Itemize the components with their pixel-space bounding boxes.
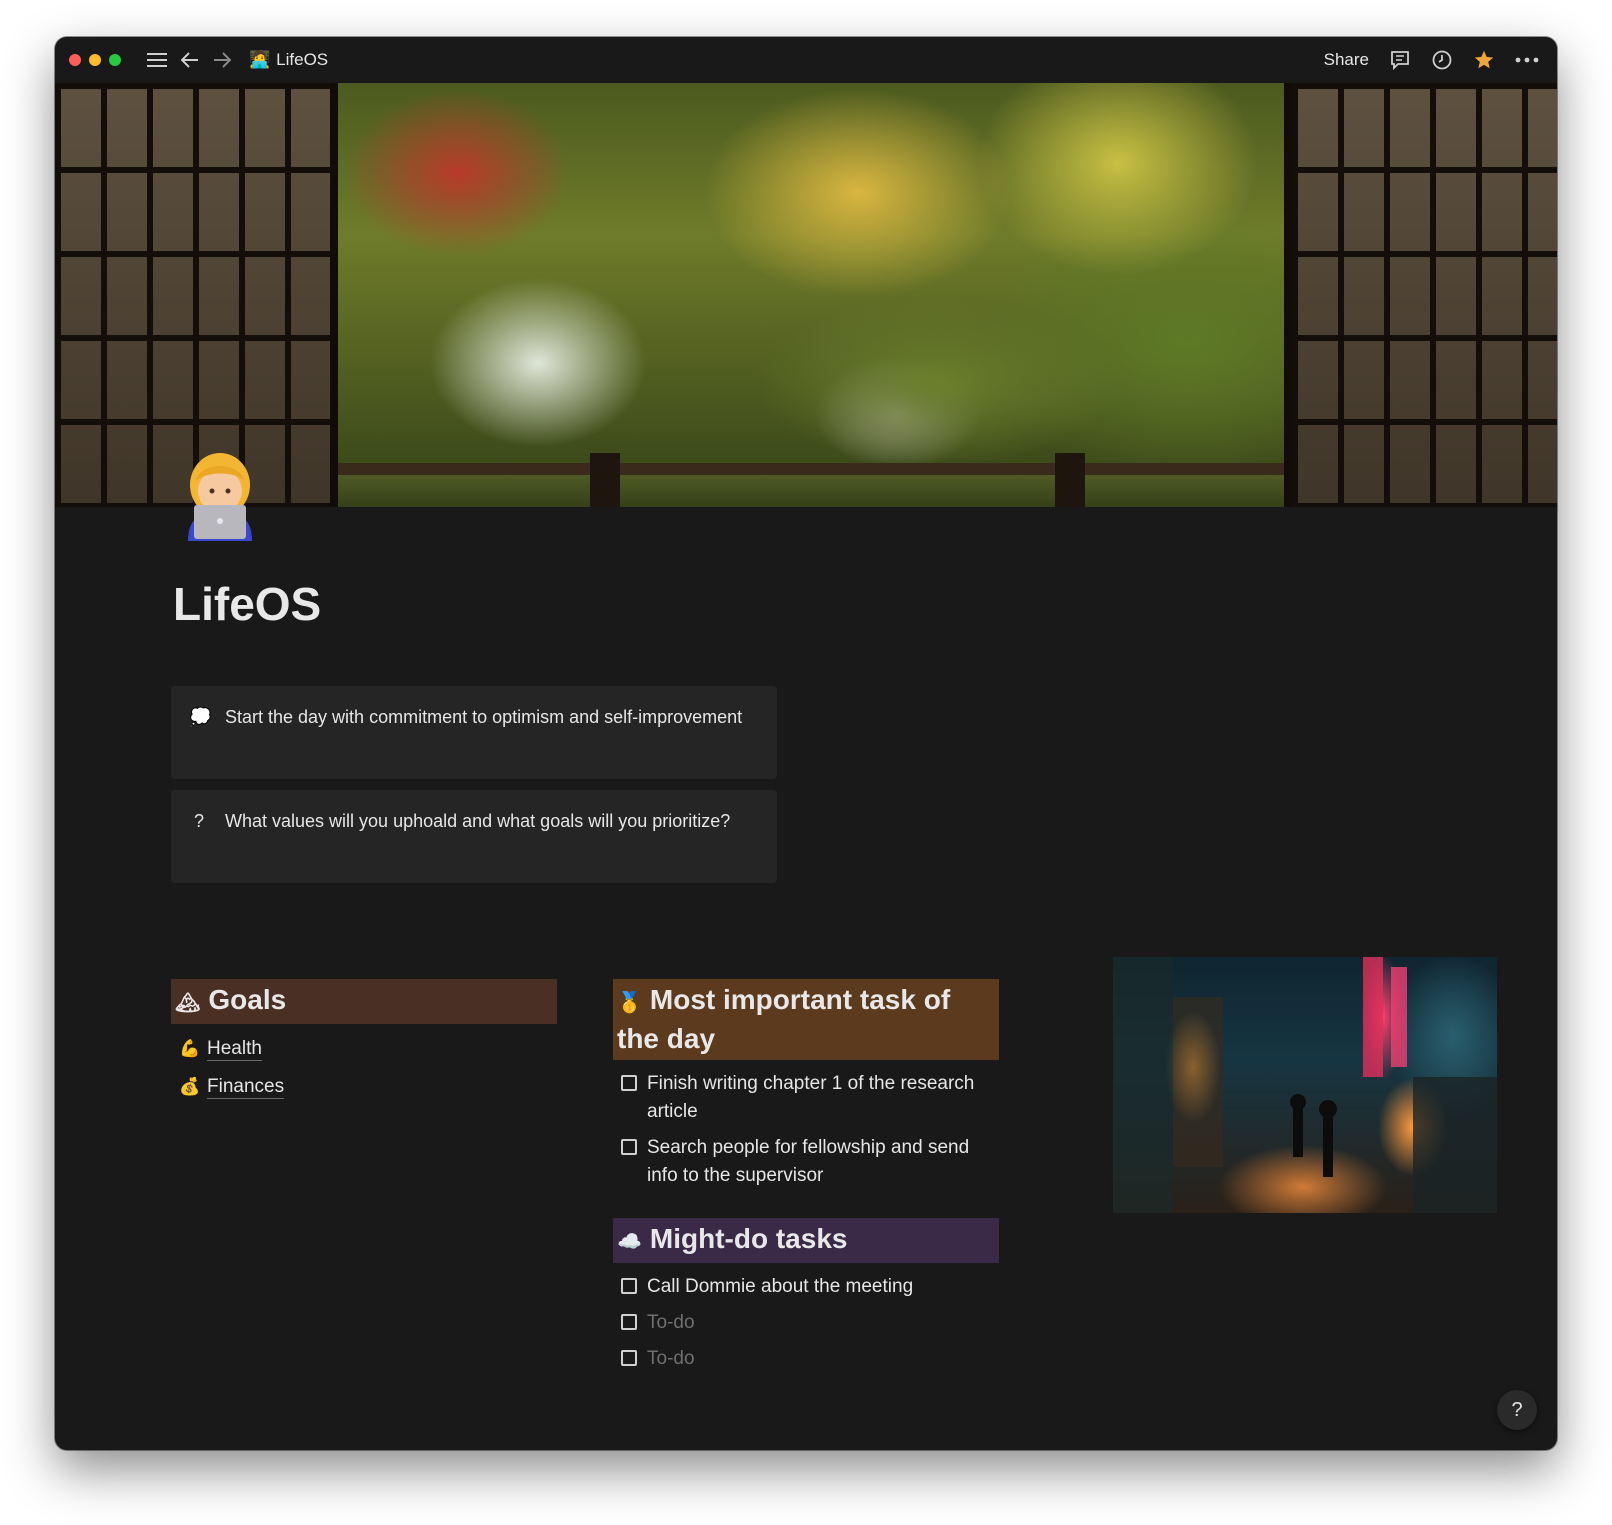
- mountain-icon: 🏔: [175, 992, 201, 1014]
- todo-checkbox[interactable]: [621, 1350, 637, 1366]
- share-button[interactable]: Share: [1324, 50, 1369, 70]
- might-do-todo-item: To-do: [613, 1341, 999, 1377]
- breadcrumb[interactable]: 🧑‍💻 LifeOS: [249, 50, 328, 70]
- close-window-button[interactable]: [69, 54, 81, 66]
- comments-icon[interactable]: [1389, 49, 1411, 71]
- favorite-star-icon[interactable]: [1473, 49, 1495, 71]
- more-options-icon[interactable]: [1515, 57, 1539, 63]
- thought-bubble-icon[interactable]: 💭: [189, 703, 211, 731]
- gold-medal-icon: 🥇: [617, 992, 642, 1014]
- breadcrumb-page-title: LifeOS: [276, 50, 329, 69]
- todo-text[interactable]: Search people for fellowship and send in…: [647, 1134, 991, 1190]
- mit-heading: 🥇 Most important task of the day: [613, 979, 999, 1060]
- callout-text: Start the day with commitment to optimis…: [225, 707, 743, 727]
- sidebar-menu-icon[interactable]: [147, 52, 167, 68]
- money-bag-icon: 💰: [179, 1077, 201, 1096]
- goals-heading-text: Goals: [208, 984, 287, 1015]
- callout-values[interactable]: ? What values will you uphoald and what …: [171, 790, 777, 883]
- callout-optimism[interactable]: 💭 Start the day with commitment to optim…: [171, 686, 777, 779]
- page-icon-avatar[interactable]: [180, 451, 260, 541]
- window-controls: [69, 54, 121, 66]
- minimize-window-button[interactable]: [89, 54, 101, 66]
- mit-todo-item: Search people for fellowship and send in…: [613, 1130, 999, 1194]
- cover-shoji-screen-right: [1284, 83, 1557, 507]
- app-window: 🧑‍💻 LifeOS Share: [55, 37, 1557, 1450]
- todo-checkbox[interactable]: [621, 1278, 637, 1294]
- page-title[interactable]: LifeOS: [173, 577, 321, 631]
- tasks-column: 🥇 Most important task of the day Finish w…: [613, 979, 999, 1377]
- goals-heading: 🏔 Goals: [171, 979, 557, 1024]
- might-do-heading: ☁️ Might-do tasks: [613, 1218, 999, 1263]
- goal-link-label: Finances: [207, 1075, 285, 1099]
- todo-placeholder-text[interactable]: To-do: [647, 1345, 695, 1373]
- todo-checkbox[interactable]: [621, 1139, 637, 1155]
- callout-text: What values will you uphoald and what go…: [225, 811, 731, 831]
- history-clock-icon[interactable]: [1431, 49, 1453, 71]
- todo-checkbox[interactable]: [621, 1075, 637, 1091]
- breadcrumb-page-icon: 🧑‍💻: [249, 50, 271, 69]
- cover-veranda-rail: [338, 463, 1284, 507]
- cover-shoji-screen-left: [55, 83, 338, 507]
- title-bar: 🧑‍💻 LifeOS Share: [55, 37, 1557, 83]
- goals-column: 🏔 Goals 💪 Health 💰 Finances: [171, 979, 557, 1106]
- cloud-icon: ☁️: [617, 1231, 642, 1253]
- forward-arrow-icon[interactable]: [213, 52, 231, 68]
- todo-checkbox[interactable]: [621, 1314, 637, 1330]
- cover-image[interactable]: [55, 83, 1557, 507]
- maximize-window-button[interactable]: [109, 54, 121, 66]
- flexed-biceps-icon: 💪: [179, 1039, 201, 1058]
- question-mark-icon[interactable]: ?: [189, 807, 209, 835]
- might-do-heading-text: Might-do tasks: [649, 1223, 848, 1254]
- goal-link-health[interactable]: 💪 Health: [171, 1030, 557, 1068]
- cover-post: [1055, 453, 1085, 507]
- todo-placeholder-text[interactable]: To-do: [647, 1309, 695, 1337]
- mit-todo-item: Finish writing chapter 1 of the research…: [613, 1066, 999, 1130]
- goal-link-label: Health: [207, 1037, 262, 1061]
- night-city-street-image[interactable]: [1113, 957, 1497, 1213]
- might-do-todo-item: To-do: [613, 1305, 999, 1341]
- todo-text[interactable]: Finish writing chapter 1 of the research…: [647, 1070, 991, 1126]
- might-do-todo-item: Call Dommie about the meeting: [613, 1269, 999, 1305]
- help-button[interactable]: ?: [1497, 1390, 1537, 1430]
- cover-garden-scene: [338, 83, 1284, 463]
- back-arrow-icon[interactable]: [181, 52, 199, 68]
- todo-text[interactable]: Call Dommie about the meeting: [647, 1273, 913, 1301]
- cover-post: [590, 453, 620, 507]
- goal-link-finances[interactable]: 💰 Finances: [171, 1068, 557, 1106]
- mit-heading-text: Most important task of the day: [617, 984, 951, 1054]
